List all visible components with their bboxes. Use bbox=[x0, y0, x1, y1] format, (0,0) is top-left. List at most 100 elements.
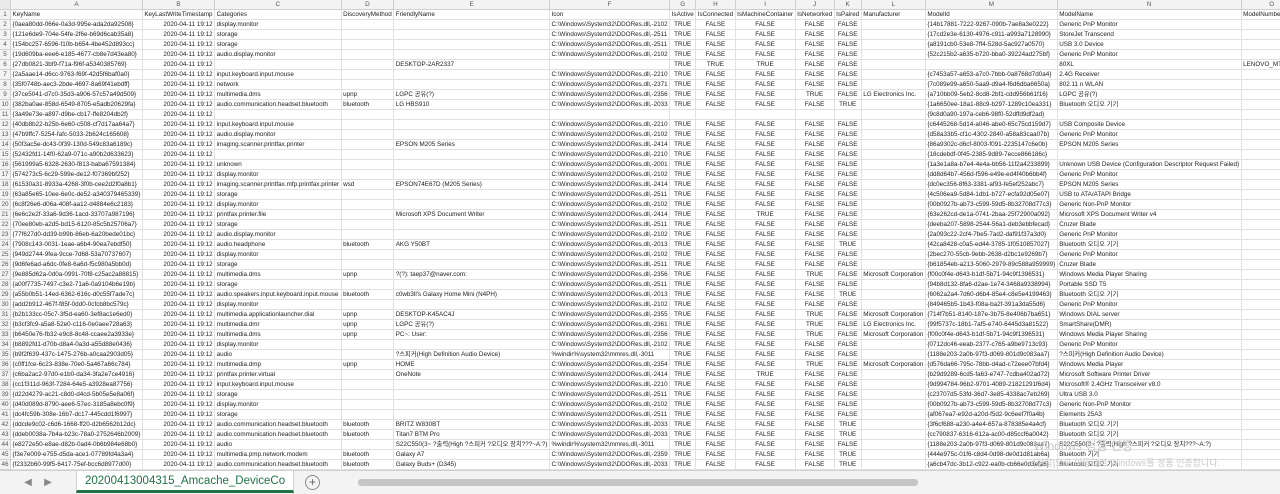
table-cell[interactable] bbox=[1241, 209, 1280, 220]
row-number[interactable]: 36 bbox=[0, 359, 11, 370]
row-number[interactable]: 6 bbox=[0, 59, 11, 70]
table-cell[interactable]: {42ca8428-c0a5-ed44-3785-1f0510857027} bbox=[925, 239, 1058, 250]
table-cell[interactable] bbox=[925, 59, 1058, 70]
column-letter-header[interactable]: F bbox=[549, 0, 671, 10]
table-cell[interactable]: FALSE bbox=[834, 169, 862, 180]
table-cell[interactable]: Windows Media Player Sharing bbox=[1057, 329, 1242, 340]
table-cell[interactable] bbox=[393, 279, 550, 290]
table-cell[interactable] bbox=[1241, 439, 1280, 450]
table-cell[interactable]: TRUE bbox=[669, 179, 697, 190]
table-cell[interactable]: C:\Windows\System32\DDORes.dll,-2210 bbox=[549, 119, 671, 130]
table-cell[interactable] bbox=[1241, 369, 1280, 380]
table-cell[interactable]: display.monitor bbox=[214, 19, 342, 30]
table-cell[interactable]: C:\Windows\System32\DDORes.dll,-2354 bbox=[549, 359, 671, 370]
table-cell[interactable]: FALSE bbox=[834, 309, 862, 320]
table-cell[interactable]: FALSE bbox=[795, 29, 835, 40]
table-cell[interactable]: {70ee80eb-a2d5-bd15-6120-85c5b25706a7} bbox=[10, 219, 143, 230]
row-number[interactable]: 4 bbox=[0, 39, 11, 50]
table-cell[interactable]: multimedia.pmp.network.modem bbox=[214, 449, 342, 460]
table-cell[interactable]: C:\Windows\System32\DDORes.dll,-2210 bbox=[549, 69, 671, 80]
table-cell[interactable]: {dc0ec356-8f63-3381-af93-fe5ef252abc7} bbox=[925, 179, 1058, 190]
table-cell[interactable]: TRUE bbox=[669, 349, 697, 360]
table-cell[interactable]: C:\Windows\System32\DDORes.dll,-2355 bbox=[549, 309, 671, 320]
table-cell[interactable] bbox=[393, 29, 550, 40]
table-cell[interactable]: LG Electronics Inc. bbox=[861, 319, 926, 330]
table-cell[interactable]: HOME bbox=[393, 359, 550, 370]
table-cell[interactable]: LGPC 공유(?) bbox=[393, 319, 550, 330]
table-cell[interactable]: FALSE bbox=[735, 249, 796, 260]
table-cell[interactable] bbox=[1241, 409, 1280, 420]
table-cell[interactable]: C:\Windows\System32\DDORes.dll,-2001 bbox=[549, 159, 671, 170]
row-number[interactable]: 3 bbox=[0, 29, 11, 40]
table-cell[interactable]: FALSE bbox=[735, 439, 796, 450]
table-cell[interactable]: FALSE bbox=[695, 449, 736, 460]
table-cell[interactable] bbox=[861, 289, 926, 300]
table-cell[interactable]: FALSE bbox=[795, 299, 835, 310]
table-cell[interactable] bbox=[393, 49, 550, 60]
table-cell[interactable]: FALSE bbox=[795, 179, 835, 190]
table-cell[interactable]: FALSE bbox=[795, 69, 835, 80]
table-cell[interactable]: {00b0927b-ab73-c599-59d5-8b32708d77c3} bbox=[925, 399, 1058, 410]
table-cell[interactable] bbox=[393, 249, 550, 260]
table-cell[interactable]: FALSE bbox=[695, 289, 736, 300]
column-letter-header[interactable]: M bbox=[925, 0, 1058, 10]
table-cell[interactable]: FALSE bbox=[735, 219, 796, 230]
table-cell[interactable]: FALSE bbox=[834, 209, 862, 220]
table-cell[interactable] bbox=[861, 389, 926, 400]
table-cell[interactable]: Unknown USB Device (Configuration Descri… bbox=[1057, 159, 1242, 170]
table-cell[interactable]: C:\Windows\System32\DDORes.dll,-2356 bbox=[549, 329, 671, 340]
table-cell[interactable]: multimedia.applicationlauncher.dial bbox=[214, 309, 342, 320]
table-cell[interactable] bbox=[1241, 129, 1280, 140]
table-cell[interactable] bbox=[861, 419, 926, 430]
table-cell[interactable] bbox=[1241, 279, 1280, 290]
table-cell[interactable]: TRUE bbox=[669, 339, 697, 350]
table-cell[interactable]: storage bbox=[214, 409, 342, 420]
table-cell[interactable]: Portable SSD T5 bbox=[1057, 279, 1242, 290]
row-number[interactable]: 40 bbox=[0, 399, 11, 410]
column-letter-header[interactable]: B bbox=[142, 0, 216, 10]
table-cell[interactable]: FALSE bbox=[834, 409, 862, 420]
table-cell[interactable]: TRUE bbox=[669, 429, 697, 440]
row-number[interactable]: 41 bbox=[0, 409, 11, 420]
row-number[interactable]: 11 bbox=[0, 109, 11, 120]
table-cell[interactable] bbox=[393, 219, 550, 230]
table-cell[interactable]: upnp bbox=[341, 269, 395, 280]
table-cell[interactable]: FALSE bbox=[695, 69, 736, 80]
row-number[interactable]: 20 bbox=[0, 199, 11, 210]
table-cell[interactable]: {77f627d0-dd39-b99b-86eb-6a20bede01bc} bbox=[10, 229, 143, 240]
table-cell[interactable] bbox=[341, 409, 395, 420]
table-cell[interactable] bbox=[1241, 429, 1280, 440]
table-cell[interactable]: {d58a33b5-cf1c-4302-2840-a58a83caa07b} bbox=[925, 129, 1058, 140]
table-cell[interactable]: TRUE bbox=[834, 449, 862, 460]
table-cell[interactable]: {19d609ba-eee6-e185-4677-cb8e7d43ea80} bbox=[10, 49, 143, 60]
table-cell[interactable] bbox=[861, 49, 926, 60]
table-cell[interactable]: {35f0748b-aec3-2bde-4697-8a69f41ebdff} bbox=[10, 79, 143, 90]
table-cell[interactable]: FALSE bbox=[834, 69, 862, 80]
table-cell[interactable] bbox=[393, 129, 550, 140]
table-cell[interactable]: FALSE bbox=[695, 199, 736, 210]
table-cell[interactable]: ?스피커(High Definition Audio Device) bbox=[1057, 349, 1242, 360]
table-cell[interactable] bbox=[1241, 99, 1280, 110]
table-cell[interactable] bbox=[861, 119, 926, 130]
table-cell[interactable]: Generic PnP Monitor bbox=[1057, 49, 1242, 60]
table-cell[interactable] bbox=[861, 59, 926, 70]
table-cell[interactable]: Microsoft XPS Document Writer bbox=[393, 209, 550, 220]
table-cell[interactable]: {b8892fd1-d70b-d8a4-0a3d-a55d88e0436} bbox=[10, 339, 143, 350]
table-cell[interactable]: TRUE bbox=[669, 379, 697, 390]
table-cell[interactable]: 2020-04-11 19:12 bbox=[142, 289, 216, 300]
table-cell[interactable]: {a710bb09-5eb2-8cd8-2bf1-cdd956b61f16} bbox=[925, 89, 1058, 100]
table-cell[interactable]: USB to ATA/ATAPI Bridge bbox=[1057, 189, 1242, 200]
table-cell[interactable] bbox=[1241, 289, 1280, 300]
column-header-cell[interactable]: KeyLastWriteTimestamp bbox=[142, 9, 216, 20]
table-cell[interactable]: BRITZ W830BT bbox=[393, 419, 550, 430]
column-header-cell[interactable]: Manufacturer bbox=[861, 9, 926, 20]
table-cell[interactable] bbox=[861, 439, 926, 450]
table-cell[interactable]: TRUE bbox=[669, 129, 697, 140]
table-cell[interactable] bbox=[861, 219, 926, 230]
table-cell[interactable]: {1188e203-2a0b-97f3-d069-801d9c083aa7} bbox=[925, 439, 1058, 450]
table-cell[interactable]: 2.4G Receiver bbox=[1057, 69, 1242, 80]
table-cell[interactable]: TRUE bbox=[795, 89, 835, 100]
column-header-cell[interactable]: Icon bbox=[549, 9, 671, 20]
table-cell[interactable]: {b9f2f639-437c-1475-276b-a0caa2903d05} bbox=[10, 349, 143, 360]
table-cell[interactable]: FALSE bbox=[834, 219, 862, 230]
